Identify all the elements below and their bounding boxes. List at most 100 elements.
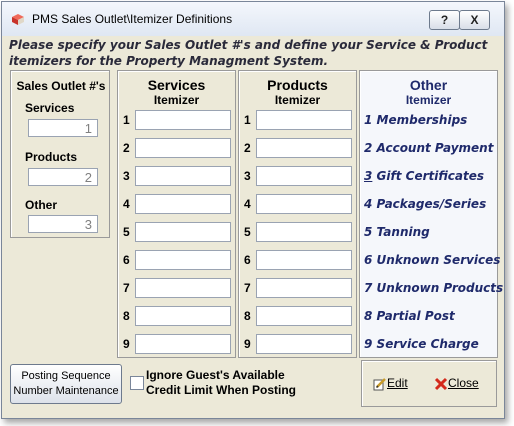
services-itemizer-input-9[interactable] (135, 334, 231, 354)
other-item-number: 6 (364, 253, 373, 267)
close-button[interactable]: Close (434, 375, 479, 391)
services-itemizer-panel: Services Itemizer 1 2 3 4 5 6 7 8 9 (117, 70, 236, 358)
title-bar: PMS Sales Outlet\Itemizer Definitions ? … (2, 2, 504, 36)
services-row-number: 6 (123, 253, 130, 267)
other-item-number: 2 (364, 141, 373, 155)
other-item[interactable]: 2 Account Payment (364, 138, 496, 158)
other-item-number: 7 (364, 281, 373, 295)
other-item-label: Unknown Products (376, 281, 504, 295)
services-itemizer-input-3[interactable] (135, 166, 231, 186)
other-item-label: Memberships (376, 113, 468, 127)
other-item[interactable]: 8 Partial Post (364, 306, 496, 326)
outlet-other-label: Other (25, 198, 58, 212)
dialog-window: PMS Sales Outlet\Itemizer Definitions ? … (1, 1, 505, 419)
outlet-services-label: Services (25, 101, 75, 115)
other-item[interactable]: 9 Service Charge (364, 334, 496, 354)
products-row-number: 9 (244, 337, 251, 351)
other-item-label: Gift Certificates (376, 169, 485, 183)
other-item-label: Tanning (376, 225, 430, 239)
products-itemizer-panel: Products Itemizer 1 2 3 4 5 6 7 8 9 (238, 70, 357, 358)
services-row-number: 5 (123, 225, 130, 239)
services-itemizer-input-1[interactable] (135, 110, 231, 130)
products-itemizer-input-1[interactable] (256, 110, 352, 130)
other-item-number: 3 (364, 169, 373, 183)
other-item-label: Account Payment (376, 141, 494, 155)
other-item-label: Partial Post (376, 309, 455, 323)
services-itemizer-input-8[interactable] (135, 306, 231, 326)
credit-label-line-2: Credit Limit When Posting (146, 383, 296, 397)
instructions-text: Please specify your Sales Outlet #'s and… (9, 38, 488, 68)
products-itemizer-input-5[interactable] (256, 222, 352, 242)
products-row-number: 8 (244, 309, 251, 323)
other-item-number: 4 (364, 197, 373, 211)
other-itemizer-panel: Other Itemizer 1 Memberships 2 Account P… (359, 70, 503, 358)
other-item[interactable]: 7 Unknown Products (364, 278, 503, 298)
other-item-number: 9 (364, 337, 373, 351)
products-itemizer-input-3[interactable] (256, 166, 352, 186)
other-item-number: 5 (364, 225, 373, 239)
services-subtitle: Itemizer (153, 93, 200, 107)
edit-button-label: Edit (387, 376, 408, 390)
services-row-number: 1 (123, 113, 130, 127)
ignore-credit-limit-checkbox[interactable] (130, 376, 144, 390)
products-itemizer-input-8[interactable] (256, 306, 352, 326)
services-title: Services (147, 77, 206, 93)
products-title: Products (267, 77, 328, 93)
other-item[interactable]: 4 Packages/Series (364, 194, 496, 214)
window-close-button[interactable]: X (459, 10, 490, 30)
ignore-credit-limit-label: Ignore Guest's Available Credit Limit Wh… (146, 368, 296, 398)
services-row-number: 9 (123, 337, 130, 351)
outlet-products-label: Products (25, 150, 78, 164)
products-row-number: 6 (244, 253, 251, 267)
window-app-icon (12, 14, 24, 25)
products-itemizer-input-6[interactable] (256, 250, 352, 270)
outlet-products-input[interactable]: 2 (28, 168, 98, 186)
outlet-other-input[interactable]: 3 (28, 215, 98, 233)
services-itemizer-input-2[interactable] (135, 138, 231, 158)
posting-button-line-2: Number Maintenance (13, 385, 119, 397)
products-row-number: 1 (244, 113, 251, 127)
red-x-close-icon (434, 377, 448, 390)
products-subtitle: Itemizer (274, 93, 321, 107)
services-row-number: 4 (123, 197, 130, 211)
other-title: Other (409, 77, 448, 93)
credit-label-line-1: Ignore Guest's Available (146, 368, 285, 382)
close-button-label: Close (448, 376, 479, 390)
help-button[interactable]: ? (429, 10, 460, 30)
other-item-label: Service Charge (376, 337, 479, 351)
posting-sequence-button[interactable]: Posting Sequence Number Maintenance (10, 364, 122, 404)
products-itemizer-input-7[interactable] (256, 278, 352, 298)
services-itemizer-input-5[interactable] (135, 222, 231, 242)
other-item-label: Unknown Services (376, 253, 501, 267)
edit-button[interactable]: Edit (373, 375, 408, 391)
other-subtitle: Itemizer (405, 93, 452, 107)
pencil-edit-icon (373, 377, 386, 391)
products-row-number: 7 (244, 281, 251, 295)
products-itemizer-input-4[interactable] (256, 194, 352, 214)
other-item[interactable]: 5 Tanning (364, 222, 496, 242)
other-item-number: 8 (364, 309, 373, 323)
products-row-number: 3 (244, 169, 251, 183)
products-itemizer-input-9[interactable] (256, 334, 352, 354)
other-item[interactable]: 3 Gift Certificates (364, 166, 496, 186)
services-itemizer-input-4[interactable] (135, 194, 231, 214)
products-itemizer-input-2[interactable] (256, 138, 352, 158)
services-row-number: 8 (123, 309, 130, 323)
other-item-label: Packages/Series (376, 197, 487, 211)
action-button-group: Edit Close (361, 360, 497, 407)
services-itemizer-input-6[interactable] (135, 250, 231, 270)
products-row-number: 2 (244, 141, 251, 155)
services-row-number: 2 (123, 141, 130, 155)
window-title: PMS Sales Outlet\Itemizer Definitions (32, 12, 233, 26)
sales-outlet-panel: Sales Outlet #'s Services 1 Products 2 O… (10, 70, 110, 238)
products-row-number: 4 (244, 197, 251, 211)
other-item[interactable]: 6 Unknown Services (364, 250, 500, 270)
sales-outlet-title: Sales Outlet #'s (16, 79, 106, 93)
products-row-number: 5 (244, 225, 251, 239)
outlet-services-input[interactable]: 1 (28, 119, 98, 137)
posting-button-line-1: Posting Sequence (21, 370, 111, 382)
services-itemizer-input-7[interactable] (135, 278, 231, 298)
services-row-number: 3 (123, 169, 130, 183)
services-row-number: 7 (123, 281, 130, 295)
other-item[interactable]: 1 Memberships (364, 110, 496, 130)
